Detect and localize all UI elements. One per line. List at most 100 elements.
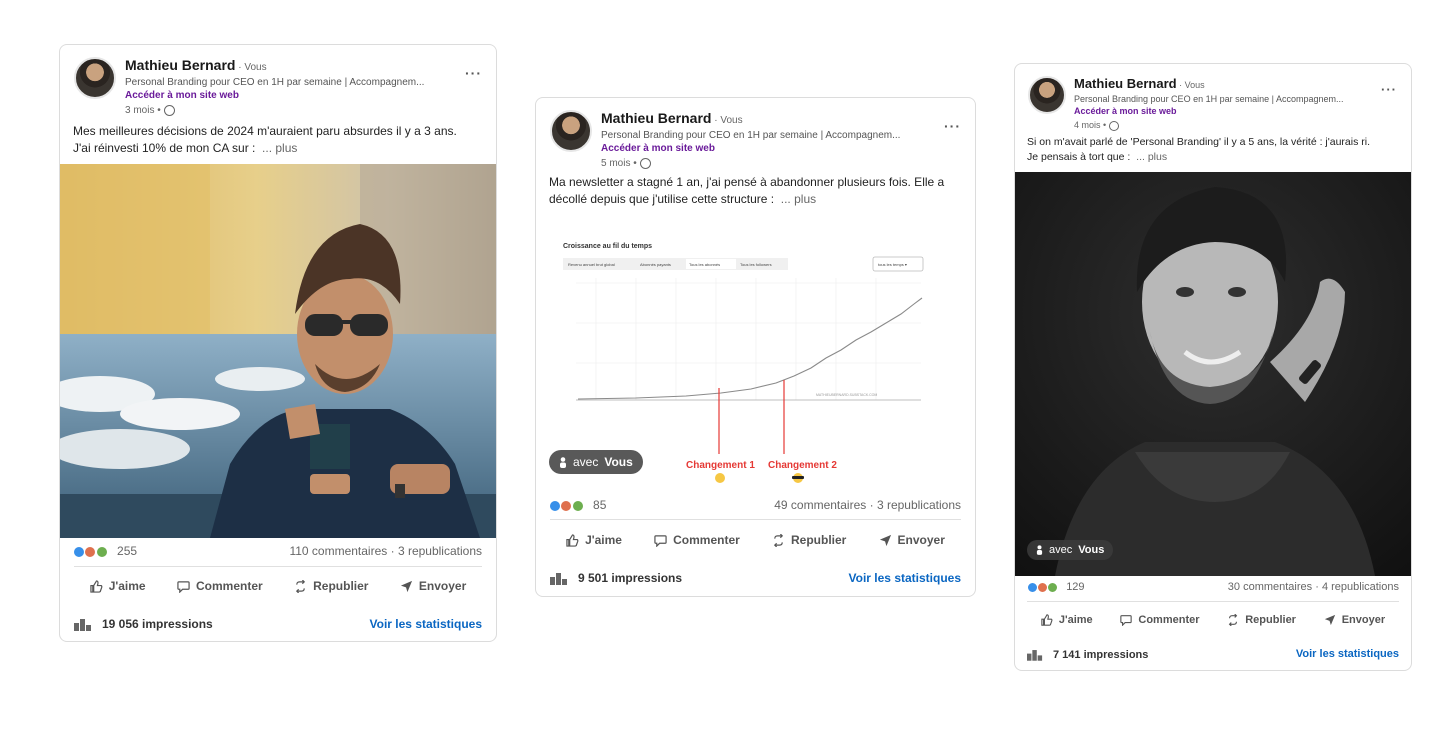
see-more-link[interactable]: ... plus [781,192,816,206]
comment-button[interactable]: Commenter [654,533,740,547]
love-reaction-icon [84,545,97,558]
repost-icon [1229,614,1238,626]
analytics-bars-icon [1027,650,1043,661]
send-button[interactable]: Envoyer [879,533,945,547]
view-stats-link[interactable]: Voir les statistiques [849,571,961,585]
send-icon [1324,614,1335,626]
see-more-link[interactable]: ... plus [1136,151,1167,163]
comments-count[interactable]: 110 commentaires [289,544,387,558]
site-link[interactable]: Accéder à mon site web [601,142,931,156]
more-options-icon[interactable]: ··· [1381,82,1397,97]
reposts-count[interactable]: 3 republications [877,498,961,512]
author-name[interactable]: Mathieu Bernard [601,110,711,126]
comment-label: Commenter [196,579,263,593]
photo-man-sunglasses-harbor [60,164,496,538]
author-relation: · Vous [235,62,267,73]
post-text: Si on m'avait parlé de 'Personal Brandin… [1027,135,1407,165]
author-headline: Personal Branding pour CEO en 1H par sem… [601,130,901,141]
post-header: Mathieu Bernard · Vous Personal Branding… [74,57,482,127]
impressions-count: 19 056 impressions [102,617,213,631]
engagement-counts: 30 commentaires · 4 republications [1227,581,1399,593]
like-button[interactable]: J'aime [566,533,622,547]
post-text-line2: Je pensais à tort que : [1027,151,1131,164]
reactions-count: 255 [117,544,138,558]
post-card-2: Mathieu Bernard · Vous Personal Branding… [535,97,976,597]
comment-button[interactable]: Commenter [177,579,263,593]
send-icon [879,534,891,546]
like-button[interactable]: J'aime [1041,614,1093,626]
person-icon [560,456,566,468]
repost-button[interactable]: Republier [294,579,368,593]
chart-annotation-1: Changement 1 [686,460,755,471]
globe-icon [163,104,175,116]
send-label: Envoyer [897,533,945,547]
site-link[interactable]: Accéder à mon site web [1074,105,1374,118]
view-stats-link[interactable]: Voir les statistiques [370,617,482,631]
tagged-people-pill[interactable]: avec Vous [1027,540,1114,560]
author-avatar[interactable] [1028,76,1066,114]
comments-count[interactable]: 49 commentaires [774,498,866,512]
view-stats-link[interactable]: Voir les statistiques [1296,648,1399,660]
impressions-row[interactable]: 19 056 impressions [74,617,213,631]
impressions-row[interactable]: 9 501 impressions [550,571,682,585]
repost-label: Republier [791,533,847,547]
tag-name: Vous [604,455,633,469]
reactions-summary[interactable]: 85 [549,498,606,512]
person-icon [1036,545,1043,555]
chart-title: Croissance au fil du temps [563,243,652,250]
author-name[interactable]: Mathieu Bernard [1074,76,1177,91]
send-button[interactable]: Envoyer [400,579,466,593]
post-header: Mathieu Bernard · Vous Personal Branding… [550,110,961,180]
like-label: J'aime [1058,614,1093,626]
like-button[interactable]: J'aime [90,579,146,593]
post-age: 4 mois • [1074,120,1107,130]
repost-button[interactable]: Republier [772,533,846,547]
tag-prefix: avec [1049,544,1073,556]
author-relation: · Vous [711,115,743,126]
repost-button[interactable]: Republier [1227,614,1296,626]
thumbs-up-icon [90,579,103,593]
reactions-summary[interactable]: 129 [1027,581,1085,593]
like-label: J'aime [108,579,146,593]
see-more-link[interactable]: ... plus [262,141,297,155]
send-label: Envoyer [1341,614,1386,626]
reactions-summary[interactable]: 255 [73,544,137,558]
action-bar: J'aime Commenter Republier Envoyer [1027,614,1399,626]
tag-prefix: avec [573,455,599,469]
divider [1027,601,1399,602]
reposts-count[interactable]: 4 republications [1322,581,1399,593]
emoji-worried-icon [715,473,725,483]
comment-label: Commenter [673,533,740,547]
author-name[interactable]: Mathieu Bernard [125,57,235,73]
comment-button[interactable]: Commenter [1120,614,1200,626]
send-button[interactable]: Envoyer [1324,614,1385,626]
post-photo[interactable] [1015,172,1411,576]
post-header: Mathieu Bernard · Vous Personal Branding… [1028,76,1397,140]
post-card-3: Mathieu Bernard · Vous Personal Branding… [1014,63,1412,671]
reposts-count[interactable]: 3 republications [398,544,482,558]
divider [74,566,482,567]
comments-count[interactable]: 30 commentaires [1228,581,1312,593]
post-text-line2: J'ai réinvesti 10% de mon CA sur : [73,141,256,156]
like-label: J'aime [585,533,622,547]
more-options-icon[interactable]: ··· [944,118,961,134]
post-photo[interactable] [60,164,496,538]
author-avatar[interactable] [550,110,592,152]
site-link[interactable]: Accéder à mon site web [125,89,455,103]
chart-tab-3: Tous les abonnés [689,262,720,267]
tagged-people-pill[interactable]: avec Vous [549,450,643,474]
author-headline: Personal Branding pour CEO en 1H par sem… [125,77,425,88]
post-text: Mes meilleures décisions de 2024 m'aurai… [73,123,488,158]
author-relation: · Vous [1176,80,1205,90]
post-text-line1: Mes meilleures décisions de 2024 m'aurai… [73,124,457,138]
repost-label: Republier [1245,614,1296,626]
more-options-icon[interactable]: ··· [465,65,482,81]
post-age: 5 mois • [601,158,637,169]
comment-icon [1120,615,1133,626]
chart-watermark: MATHIEUBERNARD.SUBSTACK.COM [816,393,877,397]
author-avatar[interactable] [74,57,116,99]
love-reaction-icon [560,499,573,512]
impressions-count: 7 141 impressions [1053,648,1149,661]
impressions-row[interactable]: 7 141 impressions [1027,648,1148,661]
impressions-count: 9 501 impressions [578,571,683,585]
